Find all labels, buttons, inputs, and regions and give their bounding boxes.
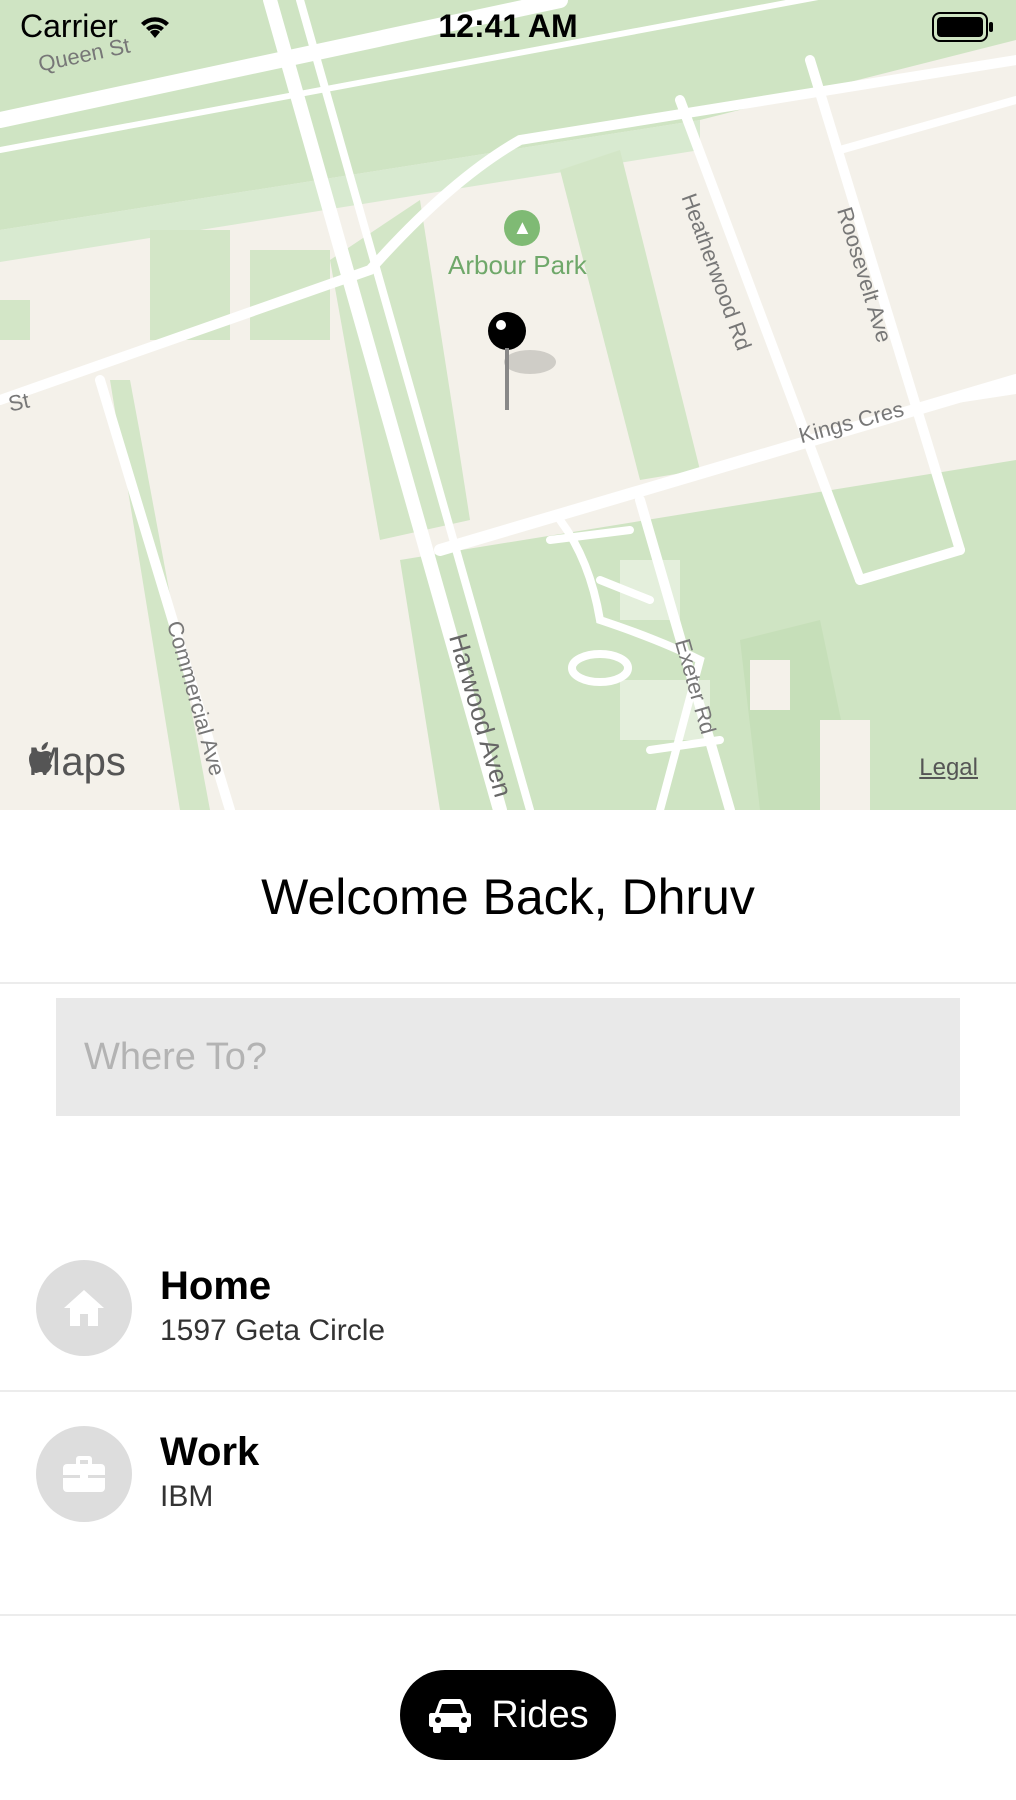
place-address: 1597 Geta Circle [160,1314,386,1347]
place-name: Work [160,1430,260,1474]
car-icon [429,1699,472,1733]
divider [0,1614,1016,1616]
park-marker[interactable]: ▲ Arbour Park [448,210,587,281]
saved-place-home[interactable]: Home 1597 Geta Circle [0,1224,1016,1374]
divider [0,982,1016,984]
legal-link[interactable]: Legal [919,754,978,782]
destination-search-field[interactable] [56,998,960,1116]
battery-icon [932,12,993,42]
park-label: Arbour Park [448,250,587,280]
home-icon [64,1290,104,1326]
home-icon-circle [36,1260,132,1356]
place-address: IBM [160,1480,214,1513]
apple-maps-logo: Maps [28,740,126,785]
welcome-title: Welcome Back, Dhruv [261,869,755,925]
search-input[interactable] [56,1034,946,1080]
status-time: 12:41 AM [438,8,578,44]
place-name: Home [160,1264,272,1308]
location-pin-icon[interactable] [488,312,528,412]
briefcase-icon-circle [36,1426,132,1522]
map-view[interactable]: Queen St St Heatherwood Rd Roosevelt Ave… [0,0,1016,810]
saved-place-work[interactable]: Work IBM [0,1390,1016,1540]
status-bar: Carrier 12:41 AM [0,0,1016,56]
tree-icon: ▲ [504,210,541,246]
briefcase-icon [63,1456,105,1492]
rides-button-label: Rides [491,1693,589,1736]
apple-icon [29,742,52,773]
rides-button[interactable]: Rides [400,1670,616,1760]
